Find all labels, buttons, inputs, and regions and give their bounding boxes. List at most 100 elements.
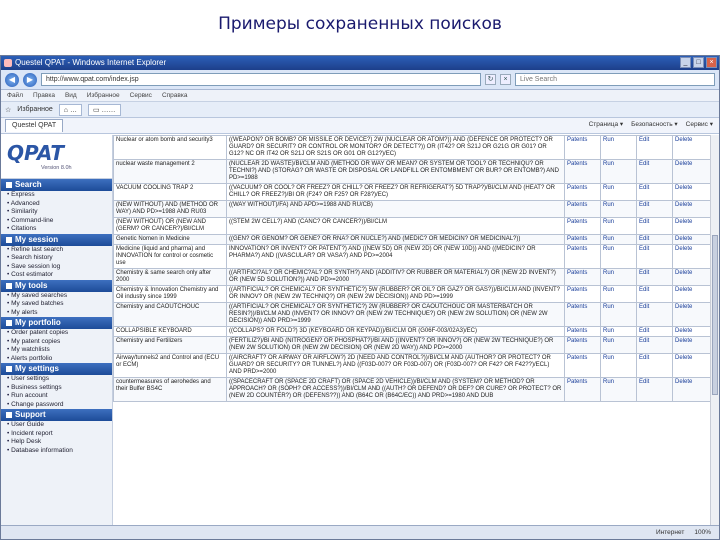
sidebar-item-4-3[interactable]: Change password [1,401,112,410]
sidebar-item-5-0[interactable]: User Guide [1,421,112,430]
patents-link[interactable]: Patents [564,135,601,160]
maximize-button[interactable]: □ [693,57,704,68]
zoom-level[interactable]: 100% [694,526,711,539]
run-link[interactable]: Run [600,326,637,337]
command-1[interactable]: Безопасность ▾ [631,120,678,128]
sidebar-section-0[interactable]: Search [1,179,112,191]
stop-icon[interactable]: × [500,74,511,85]
patents-link[interactable]: Patents [564,217,601,235]
patents-link[interactable]: Patents [564,159,601,184]
edit-link[interactable]: Edit [636,244,673,269]
edit-link[interactable]: Edit [636,302,673,327]
run-link[interactable]: Run [600,200,637,218]
sidebar-item-5-1[interactable]: Incident report [1,430,112,439]
edit-link[interactable]: Edit [636,200,673,218]
refresh-icon[interactable]: ↻ [485,74,496,85]
tab-qpat[interactable]: Questel QPAT [5,119,64,132]
sidebar-item-0-0[interactable]: Express [1,191,112,200]
menu-item-5[interactable]: Справка [162,90,188,101]
sidebar-section-3[interactable]: My portfolio [1,317,112,329]
edit-link[interactable]: Edit [636,268,673,286]
favorites-link-2[interactable]: ▭ …… [87,103,121,116]
sidebar-item-2-0[interactable]: My saved searches [1,292,112,301]
run-link[interactable]: Run [600,135,637,160]
patents-link[interactable]: Patents [564,183,601,201]
run-link[interactable]: Run [600,183,637,201]
ie-icon [4,59,12,67]
sidebar-section-4[interactable]: My settings [1,363,112,375]
sidebar-item-1-0[interactable]: Refine last search [1,246,112,255]
sidebar-item-1-2[interactable]: Save session log [1,263,112,272]
command-0[interactable]: Страница ▾ [589,120,624,128]
patents-link[interactable]: Patents [564,326,601,337]
run-link[interactable]: Run [600,217,637,235]
sidebar-item-2-1[interactable]: My saved batches [1,300,112,309]
sidebar-section-2[interactable]: My tools [1,279,112,292]
back-button[interactable]: ◀ [5,72,19,87]
run-link[interactable]: Run [600,159,637,184]
sidebar-item-1-3[interactable]: Cost estimator [1,271,112,280]
edit-link[interactable]: Edit [636,353,673,378]
edit-link[interactable]: Edit [636,285,673,303]
sidebar-section-5[interactable]: Support [1,409,112,421]
sidebar-item-1-1[interactable]: Search history [1,254,112,263]
patents-link[interactable]: Patents [564,268,601,286]
patents-link[interactable]: Patents [564,285,601,303]
run-link[interactable]: Run [600,353,637,378]
sidebar-item-3-0[interactable]: Order patent copies [1,329,112,338]
edit-link[interactable]: Edit [636,135,673,160]
edit-link[interactable]: Edit [636,159,673,184]
menu-item-4[interactable]: Сервис [130,90,152,101]
sidebar-item-3-1[interactable]: My patent copies [1,338,112,347]
edit-link[interactable]: Edit [636,336,673,354]
run-link[interactable]: Run [600,302,637,327]
close-button[interactable]: × [706,57,717,68]
run-link[interactable]: Run [600,268,637,286]
sidebar-item-5-2[interactable]: Help Desk [1,438,112,447]
scrollbar-thumb[interactable] [712,235,718,395]
command-2[interactable]: Сервис ▾ [686,120,713,128]
edit-link[interactable]: Edit [636,183,673,201]
run-link[interactable]: Run [600,336,637,354]
sidebar-item-0-4[interactable]: Citations [1,225,112,234]
menu-item-1[interactable]: Правка [33,90,55,101]
search-query: (FERTILIZ?)/BI AND (NITROGEN? OR PHOSPHA… [226,336,565,354]
run-link[interactable]: Run [600,285,637,303]
sidebar-item-3-3[interactable]: Alerts portfolio [1,355,112,364]
sidebar-item-2-2[interactable]: My alerts [1,309,112,318]
patents-link[interactable]: Patents [564,353,601,378]
menu-item-3[interactable]: Избранное [87,90,120,101]
favorites-star-icon[interactable]: ☆ [5,106,11,114]
address-input[interactable]: http://www.qpat.com/index.jsp [41,73,481,86]
patents-link[interactable]: Patents [564,302,601,327]
forward-button[interactable]: ▶ [23,72,37,87]
menu-item-0[interactable]: Файл [7,90,23,101]
patents-link[interactable]: Patents [564,244,601,269]
minimize-button[interactable]: _ [680,57,691,68]
favorites-button[interactable]: Избранное [17,106,52,113]
menu-item-2[interactable]: Вид [65,90,77,101]
patents-link[interactable]: Patents [564,200,601,218]
edit-link[interactable]: Edit [636,217,673,235]
sidebar-item-4-1[interactable]: Business settings [1,384,112,393]
run-link[interactable]: Run [600,234,637,245]
edit-link[interactable]: Edit [636,377,673,402]
run-link[interactable]: Run [600,244,637,269]
run-link[interactable]: Run [600,377,637,402]
sidebar-item-0-3[interactable]: Command-line [1,217,112,226]
sidebar-item-5-3[interactable]: Database information [1,447,112,456]
sidebar-section-1[interactable]: My session [1,233,112,246]
sidebar-item-4-2[interactable]: Run account [1,392,112,401]
sidebar-item-3-2[interactable]: My watchlists [1,346,112,355]
favorites-link[interactable]: ⌂ … [58,103,82,116]
sidebar-item-0-2[interactable]: Similarity [1,208,112,217]
search-input[interactable]: Live Search [515,73,715,86]
vertical-scrollbar[interactable] [710,135,719,525]
sidebar-item-0-1[interactable]: Advanced [1,200,112,209]
patents-link[interactable]: Patents [564,234,601,245]
patents-link[interactable]: Patents [564,336,601,354]
patents-link[interactable]: Patents [564,377,601,402]
sidebar-item-4-0[interactable]: User settings [1,375,112,384]
edit-link[interactable]: Edit [636,234,673,245]
edit-link[interactable]: Edit [636,326,673,337]
